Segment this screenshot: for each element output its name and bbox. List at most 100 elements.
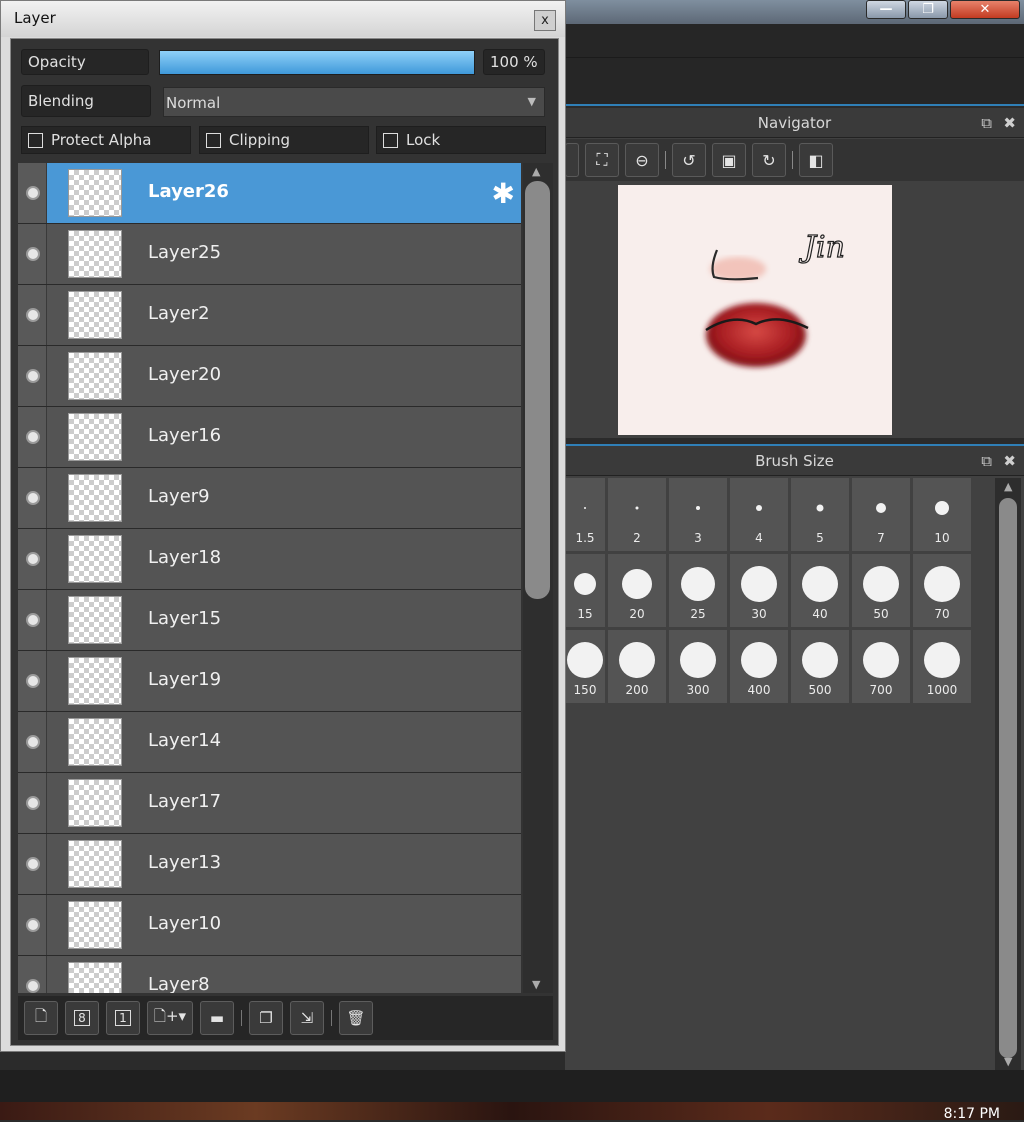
brush-size-cell[interactable]: 150 xyxy=(565,630,605,703)
visibility-toggle[interactable] xyxy=(18,651,47,711)
clipping-checkbox[interactable]: Clipping xyxy=(199,126,369,154)
gear-icon[interactable]: ✱ xyxy=(492,177,515,210)
layer-row[interactable]: Layer18 xyxy=(18,529,521,590)
navigator-preview[interactable]: Jin xyxy=(618,185,892,435)
brush-size-cell[interactable]: 7 xyxy=(852,478,910,551)
visibility-toggle[interactable] xyxy=(18,895,47,955)
brush-size-label: 15 xyxy=(577,607,593,621)
layer-row[interactable]: Layer17 xyxy=(18,773,521,834)
zoom-out-icon[interactable]: ⊖ xyxy=(625,143,659,177)
layer-row[interactable]: Layer20 xyxy=(18,346,521,407)
layer-row[interactable]: Layer10 xyxy=(18,895,521,956)
layer-dialog-close-button[interactable]: x xyxy=(534,10,556,31)
opacity-value: 100 % xyxy=(483,49,545,75)
visibility-toggle[interactable] xyxy=(18,346,47,406)
new-layer-button[interactable]: 🗋 xyxy=(24,1001,58,1035)
layer-row[interactable]: Layer13 xyxy=(18,834,521,895)
merge-layer-button[interactable]: ⇲ xyxy=(290,1001,324,1035)
visibility-toggle[interactable] xyxy=(18,163,47,223)
scroll-thumb[interactable] xyxy=(999,498,1017,1058)
blending-select[interactable]: Normal ▼ xyxy=(163,87,545,117)
visibility-toggle[interactable] xyxy=(18,468,47,528)
close-icon[interactable]: ✖ xyxy=(1003,446,1016,476)
brush-size-cell[interactable]: 2 xyxy=(608,478,666,551)
brush-size-label: 150 xyxy=(573,683,597,697)
reset-rotation-icon[interactable]: ▣ xyxy=(712,143,746,177)
layer-name: Layer9 xyxy=(148,486,210,507)
brush-size-cell[interactable]: 1000 xyxy=(913,630,971,703)
scroll-up-icon[interactable]: ▲ xyxy=(1004,480,1012,493)
brush-size-title-text: Brush Size xyxy=(755,452,834,470)
opacity-label: Opacity xyxy=(21,49,149,75)
close-icon[interactable]: ✖ xyxy=(1003,108,1016,138)
layer-row[interactable]: Layer8 xyxy=(18,956,521,993)
scroll-thumb[interactable] xyxy=(525,181,550,599)
lock-checkbox[interactable]: Lock xyxy=(376,126,546,154)
brush-size-cell[interactable]: 20 xyxy=(608,554,666,627)
layer-scrollbar[interactable]: ▲ ▼ xyxy=(523,163,553,993)
brush-size-cell[interactable]: 3 xyxy=(669,478,727,551)
fit-window-icon[interactable]: ⛶ xyxy=(585,143,619,177)
popout-icon[interactable]: ⧉ xyxy=(981,446,992,476)
brush-size-cell[interactable]: 300 xyxy=(669,630,727,703)
layer-row[interactable]: Layer9 xyxy=(18,468,521,529)
brush-scrollbar[interactable]: ▲ ▼ xyxy=(995,478,1021,1070)
layer-name: Layer13 xyxy=(148,852,222,873)
opacity-slider[interactable] xyxy=(159,50,475,75)
rotate-left-icon[interactable]: ↺ xyxy=(672,143,706,177)
minimize-button[interactable]: — xyxy=(866,0,906,19)
rotate-right-icon[interactable]: ↻ xyxy=(752,143,786,177)
eye-icon xyxy=(26,674,40,688)
add-layer-dropdown-button[interactable]: 🗋+▾ xyxy=(147,1001,193,1035)
brush-size-cell[interactable]: 400 xyxy=(730,630,788,703)
brush-size-cell[interactable]: 1.5 xyxy=(565,478,605,551)
visibility-toggle[interactable] xyxy=(18,285,47,345)
brush-size-cell[interactable]: 10 xyxy=(913,478,971,551)
layer-row[interactable]: Layer25 xyxy=(18,224,521,285)
new-8bit-layer-button[interactable]: 8 xyxy=(65,1001,99,1035)
brush-size-cell[interactable]: 500 xyxy=(791,630,849,703)
scroll-down-icon[interactable]: ▼ xyxy=(532,978,540,991)
visibility-toggle[interactable] xyxy=(18,956,47,993)
brush-size-cell[interactable]: 25 xyxy=(669,554,727,627)
protect-alpha-checkbox[interactable]: Protect Alpha xyxy=(21,126,191,154)
brush-size-cell[interactable]: 30 xyxy=(730,554,788,627)
close-window-button[interactable]: ✕ xyxy=(950,0,1020,19)
brush-size-cell[interactable]: 15 xyxy=(565,554,605,627)
brush-size-cell[interactable]: 5 xyxy=(791,478,849,551)
visibility-toggle[interactable] xyxy=(18,834,47,894)
brush-size-cell[interactable]: 4 xyxy=(730,478,788,551)
visibility-toggle[interactable] xyxy=(18,224,47,284)
visibility-toggle[interactable] xyxy=(18,712,47,772)
zoom-in-icon[interactable] xyxy=(565,143,579,177)
layer-thumbnail xyxy=(68,352,122,400)
layer-row[interactable]: Layer15 xyxy=(18,590,521,651)
visibility-toggle[interactable] xyxy=(18,529,47,589)
layer-row[interactable]: Layer26 ✱ xyxy=(18,163,521,224)
visibility-toggle[interactable] xyxy=(18,590,47,650)
duplicate-layer-button[interactable]: ❐ xyxy=(249,1001,283,1035)
delete-layer-button[interactable]: 🗑 xyxy=(339,1001,373,1035)
clipping-label: Clipping xyxy=(229,131,291,149)
new-1bit-layer-button[interactable]: 1 xyxy=(106,1001,140,1035)
new-folder-button[interactable]: ▬ xyxy=(200,1001,234,1035)
visibility-toggle[interactable] xyxy=(18,773,47,833)
layer-row[interactable]: Layer2 xyxy=(18,285,521,346)
flip-horizontal-icon[interactable]: ◧ xyxy=(799,143,833,177)
brush-size-cell[interactable]: 70 xyxy=(913,554,971,627)
visibility-toggle[interactable] xyxy=(18,407,47,467)
brush-size-cell[interactable]: 40 xyxy=(791,554,849,627)
canvas-preview-image: Jin xyxy=(705,229,846,367)
scroll-down-icon[interactable]: ▼ xyxy=(1004,1055,1012,1068)
layer-row[interactable]: Layer14 xyxy=(18,712,521,773)
popout-icon[interactable]: ⧉ xyxy=(981,108,992,138)
layer-row[interactable]: Layer16 xyxy=(18,407,521,468)
brush-size-cell[interactable]: 200 xyxy=(608,630,666,703)
layer-row[interactable]: Layer19 xyxy=(18,651,521,712)
brush-size-label: 1000 xyxy=(926,683,958,697)
maximize-button[interactable]: ❐ xyxy=(908,0,948,19)
brush-size-cell[interactable]: 50 xyxy=(852,554,910,627)
brush-size-cell[interactable]: 700 xyxy=(852,630,910,703)
navigator-title: Navigator ⧉ ✖ xyxy=(565,108,1024,138)
scroll-up-icon[interactable]: ▲ xyxy=(532,165,540,178)
